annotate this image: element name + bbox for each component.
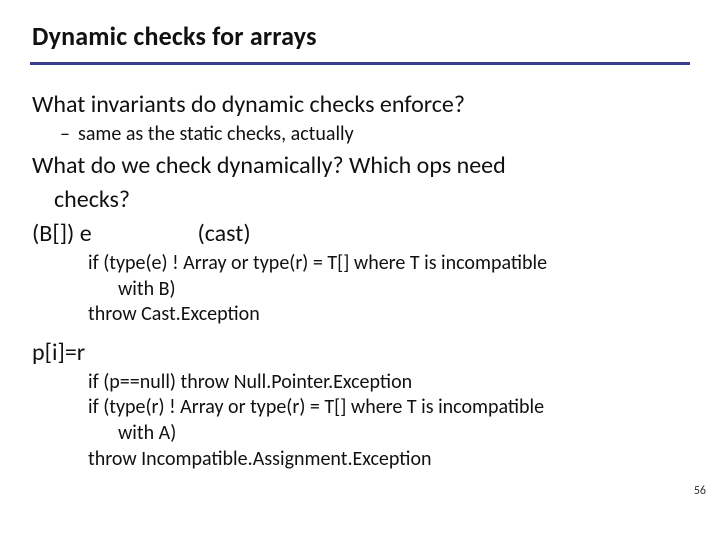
assign-check-line-2b: with A) [32, 421, 682, 447]
assign-check-line-3: throw Incompatible.Assignment.Exception [32, 447, 682, 473]
question-1-answer: – same as the static checks, actually [32, 122, 682, 147]
cast-expr-row: (B[]) e (cast) [32, 219, 682, 249]
slide: Dynamic checks for arrays What invariant… [0, 0, 720, 540]
title-underline [30, 62, 690, 65]
assign-check-line-1: if (p==null) throw Null.Pointer.Exceptio… [32, 370, 682, 396]
question-2-line-1: What do we check dynamically? Which ops … [32, 151, 682, 181]
cast-label: (cast) [197, 219, 250, 248]
cast-check-line-1b: with B) [32, 277, 682, 303]
slide-body: What invariants do dynamic checks enforc… [32, 86, 682, 472]
assign-expr: p[i]=r [32, 338, 682, 368]
slide-title: Dynamic checks for arrays [32, 20, 317, 52]
assign-check-line-2: if (type(r) ! Array or type(r) = T[] whe… [32, 395, 682, 421]
cast-check-line-1: if (type(e) ! Array or type(r) = T[] whe… [32, 251, 682, 277]
bullet-dash: – [60, 122, 70, 147]
cast-check-line-2: throw Cast.Exception [32, 302, 682, 328]
question-1: What invariants do dynamic checks enforc… [32, 90, 682, 120]
question-1-answer-text: same as the static checks, actually [78, 122, 354, 146]
question-2-line-2: checks? [32, 185, 682, 215]
page-number: 56 [694, 484, 706, 498]
cast-expr: (B[]) e [32, 219, 192, 249]
